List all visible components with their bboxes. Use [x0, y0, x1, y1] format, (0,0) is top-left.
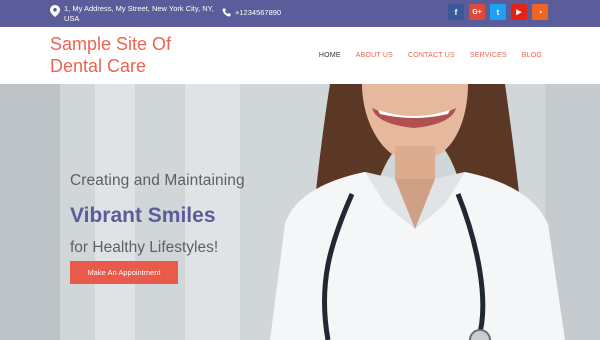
phone-number[interactable]: +1234567890	[235, 8, 281, 17]
make-appointment-button[interactable]: Make An Appointment	[70, 261, 178, 284]
twitter-icon[interactable]: t	[490, 4, 506, 20]
location-pin-icon	[50, 5, 60, 17]
nav-contact-us[interactable]: CONTACT US	[408, 52, 455, 59]
hero-subline: for Healthy Lifestyles!	[70, 239, 219, 256]
phone-icon	[222, 8, 231, 17]
google-plus-icon[interactable]: G+	[469, 4, 485, 20]
hero-banner: Creating and Maintaining Vibrant Smiles …	[0, 84, 600, 340]
nav-services[interactable]: SERVICES	[470, 52, 507, 59]
rss-icon[interactable]: ◔	[532, 4, 548, 20]
social-links: f G+ t ▶ ◔	[443, 4, 548, 20]
phone-block: +1234567890	[222, 8, 281, 17]
site-title[interactable]: Sample Site Of Dental Care	[50, 33, 200, 77]
nav-about-us[interactable]: ABOUT US	[356, 52, 393, 59]
facebook-icon[interactable]: f	[448, 4, 464, 20]
site-header: Sample Site Of Dental Care HOME ABOUT US…	[0, 27, 600, 84]
address-block: 1, My Address, My Street, New York City,…	[50, 4, 224, 24]
main-nav: HOME ABOUT US CONTACT US SERVICES BLOG	[304, 52, 542, 59]
hero-tagline: Creating and Maintaining	[70, 172, 245, 189]
address-text: 1, My Address, My Street, New York City,…	[64, 4, 214, 23]
nav-home[interactable]: HOME	[319, 52, 341, 59]
nav-blog[interactable]: BLOG	[522, 52, 542, 59]
youtube-icon[interactable]: ▶	[511, 4, 527, 20]
hero-text: Creating and Maintaining Vibrant Smiles …	[70, 172, 245, 257]
hero-headline: Vibrant Smiles	[70, 204, 216, 227]
top-bar: 1, My Address, My Street, New York City,…	[0, 0, 600, 27]
